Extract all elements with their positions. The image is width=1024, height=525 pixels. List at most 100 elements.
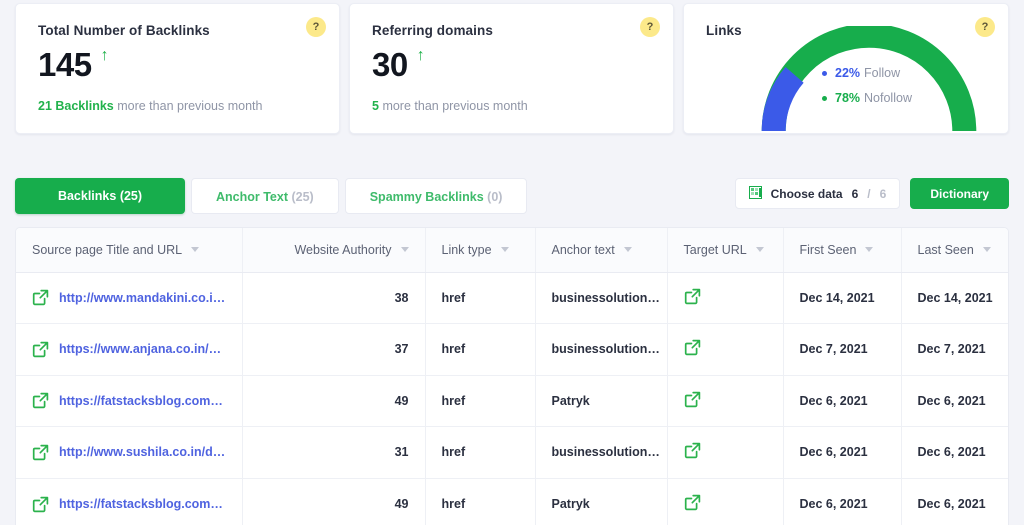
chevron-down-icon[interactable] [191,247,200,253]
open-external-icon[interactable] [32,496,49,513]
choose-data-label: Choose data [770,186,843,201]
table-row: https://fatstacksblog.com/… 49 href Patryk D… [16,478,1008,525]
table-row: https://www.anjana.co.in/d… 37 href busines… [16,323,1008,376]
column-label: Anchor text [551,242,615,257]
card-title: Total Number of Backlinks [38,23,210,38]
legend-label: Nofollow [864,91,912,105]
source-page-link[interactable]: https://fatstacksblog.com/… [59,394,226,408]
cell-link-type: href [425,323,536,376]
column-label: First Seen [799,242,857,257]
tab-label: Backlinks [57,189,117,203]
tabs-toolbar: Choose data 6 / 6 Dictionary [734,178,1009,209]
kpi-delta-label: more than previous month [117,99,263,113]
choose-data-total: 6 [879,186,887,201]
open-external-icon[interactable] [684,340,701,359]
kpi-delta-value: 21 Backlinks [38,99,114,113]
chevron-down-icon[interactable] [623,247,632,253]
tab-anchor-text[interactable]: Anchor Text (25) [191,178,339,214]
cell-target-url [667,375,784,427]
cell-link-type: href [425,426,536,479]
column-header-anchor-text[interactable]: Anchor text [535,228,668,273]
table-row: http://www.sushila.co.in/do… 31 href busine… [16,426,1008,479]
legend-item-nofollow: 78% Nofollow [822,91,912,105]
backlinks-table: Source page Title and URL Website Author… [16,228,1008,525]
dictionary-button[interactable]: Dictionary [910,178,1009,209]
cell-last-seen: Dec 6, 2021 [917,497,986,511]
column-label: Last Seen [917,242,974,257]
cell-anchor-text: businessolution… [535,323,668,376]
column-header-last-seen[interactable]: Last Seen [901,228,1008,273]
card-total-backlinks: ? Total Number of Backlinks 145 ↑ 21 Bac… [15,3,340,134]
tab-spammy-backlinks[interactable]: Spammy Backlinks (0) [344,178,528,214]
table-row: http://www.mandakini.co.in… 38 href busines… [16,272,1008,324]
tab-count: (0) [487,190,503,204]
source-page-link[interactable]: http://www.sushila.co.in/do… [59,445,226,459]
tab-backlinks[interactable]: Backlinks (25) [15,178,185,214]
kpi-value: 30 [372,46,408,83]
cell-link-type: href [425,272,536,324]
cell-anchor-text: businessolution… [535,426,668,479]
chevron-down-icon[interactable] [500,247,509,253]
cell-source-page: https://www.anjana.co.in/d… [16,323,243,376]
source-page-link[interactable]: https://www.anjana.co.in/d… [59,342,226,356]
chevron-down-icon[interactable] [755,247,764,253]
column-label: Source page Title and URL [32,242,183,257]
table-header-row: Source page Title and URL Website Author… [16,228,1008,273]
kpi-value: 145 [38,46,92,83]
tab-label: Anchor Text [216,190,288,204]
open-external-icon[interactable] [32,444,49,461]
cell-link-type: href [425,478,536,525]
column-header-link-type[interactable]: Link type [425,228,536,273]
backlinks-dashboard: ? Total Number of Backlinks 145 ↑ 21 Bac… [0,0,1024,525]
legend-percent: 22% [835,66,861,80]
help-icon[interactable]: ? [640,17,660,37]
column-label: Website Authority [294,242,392,257]
cell-target-url [667,478,784,525]
choose-data-button[interactable]: Choose data 6 / 6 [734,178,901,209]
cell-first-seen: Dec 7, 2021 [783,323,902,376]
open-external-icon[interactable] [32,392,49,409]
links-gauge-chart: 22% Follow 78% Nofollow [744,26,994,133]
open-external-icon[interactable] [32,341,49,358]
cell-website-authority: 49 [242,375,426,427]
tab-label: Spammy Backlinks [369,190,484,204]
kpi-value-row: 145 ↑ [38,47,317,85]
backlinks-table-card: Source page Title and URL Website Author… [15,227,1009,525]
cell-last-seen: Dec 7, 2021 [901,323,1008,376]
kpi-cards-row: ? Total Number of Backlinks 145 ↑ 21 Bac… [15,0,1009,134]
cell-first-seen: Dec 6, 2021 [783,426,902,479]
open-external-icon[interactable] [684,443,701,462]
trend-up-icon: ↑ [100,47,109,64]
cell-anchor-text: Patryk [535,375,668,427]
open-external-icon[interactable] [684,288,701,308]
open-external-icon[interactable] [684,494,701,514]
kpi-value-row: 30 ↑ [372,47,651,85]
tab-count: (25) [119,189,143,203]
trend-up-icon: ↑ [416,47,425,64]
gauge-arc-follow [761,67,804,132]
chevron-down-icon[interactable] [865,247,874,253]
source-page-link[interactable]: https://fatstacksblog.com/… [59,497,226,511]
table-row: https://fatstacksblog.com/… 49 href Patryk D… [16,375,1008,427]
column-header-target-url[interactable]: Target URL [667,228,784,273]
chevron-down-icon[interactable] [982,247,991,253]
column-label: Target URL [683,242,747,257]
cell-last-seen: Dec 14, 2021 [901,272,1008,324]
open-external-icon[interactable] [684,391,701,411]
column-label: Link type [441,242,492,257]
cell-target-url [667,323,784,376]
help-icon[interactable]: ? [306,17,326,37]
column-header-source-page[interactable]: Source page Title and URL [16,228,243,273]
cell-first-seen: Dec 14, 2021 [783,272,902,324]
cell-source-page: http://www.sushila.co.in/do… [16,426,243,479]
kpi-subtext: 5 more than previous month [372,99,651,113]
open-external-icon[interactable] [32,289,49,306]
chevron-down-icon[interactable] [400,247,409,253]
card-referring-domains: ? Referring domains 30 ↑ 5 more than pre… [349,3,674,134]
cell-first-seen: Dec 6, 2021 [783,375,902,427]
source-page-link[interactable]: http://www.mandakini.co.in… [59,291,226,305]
cell-website-authority: 49 [242,478,426,525]
column-header-website-authority[interactable]: Website Authority [242,228,426,273]
column-header-first-seen[interactable]: First Seen [783,228,902,273]
kpi-subtext: 21 Backlinks more than previous month [38,99,317,113]
